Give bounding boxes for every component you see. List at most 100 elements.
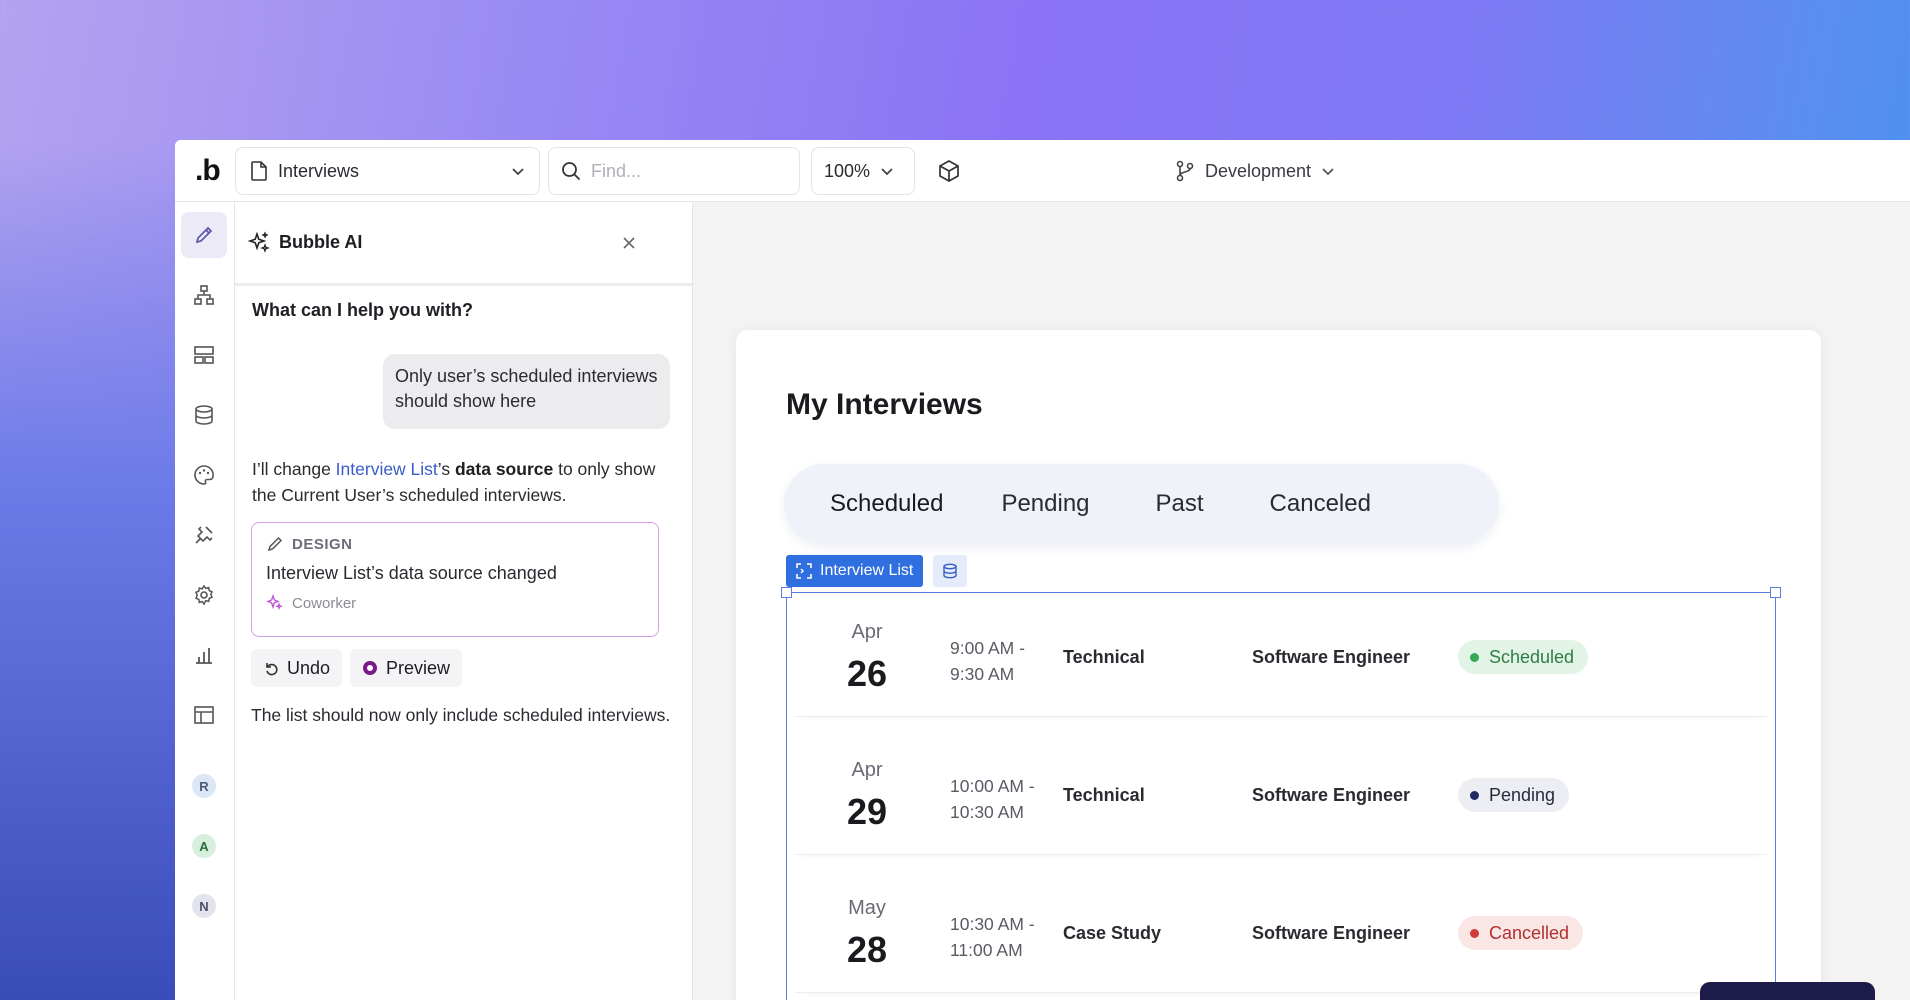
interview-type: Case Study xyxy=(1063,923,1162,943)
layout-icon[interactable] xyxy=(181,332,227,378)
find-input[interactable] xyxy=(591,160,771,182)
time-range: 9:00 AM - 9:30 AM xyxy=(950,635,1025,687)
time-range: 10:30 AM - 11:00 AM xyxy=(950,911,1035,963)
interview-role: Software Engineer xyxy=(1252,785,1411,805)
gear-icon[interactable] xyxy=(181,572,227,618)
change-description: Interview List’s data source changed xyxy=(266,563,557,583)
month: Apr xyxy=(851,621,883,643)
end-time: 9:30 AM xyxy=(950,664,1015,684)
git-branch-icon xyxy=(1175,160,1195,182)
status-badge: Pending xyxy=(1458,778,1570,812)
search-icon xyxy=(561,161,581,181)
hierarchy-icon[interactable] xyxy=(181,272,227,318)
top-toolbar: .b Interviews 100% xyxy=(175,140,1910,202)
tab-past[interactable]: Past xyxy=(1130,476,1230,532)
undo-icon xyxy=(263,660,279,676)
undo-button[interactable]: Undo xyxy=(251,649,343,687)
close-icon[interactable] xyxy=(622,236,636,250)
left-sidebar: R A N xyxy=(175,202,235,1000)
month: Apr xyxy=(851,759,883,781)
tab-canceled[interactable]: Canceled xyxy=(1244,476,1397,532)
assistant-prompt: What can I help you with? xyxy=(252,300,474,320)
resize-handle[interactable] xyxy=(781,587,792,598)
interviews-page-preview: My Interviews Scheduled Pending Past Can… xyxy=(736,330,1821,1000)
change-card[interactable]: DESIGN Interview List’s data source chan… xyxy=(251,522,659,637)
list-item[interactable]: Apr 26 9:00 AM - 9:30 AM Technical Softwa… xyxy=(795,597,1767,717)
start-time: 9:00 AM - xyxy=(950,638,1025,658)
sparkle-icon xyxy=(266,594,284,612)
background-gradient xyxy=(0,140,180,1000)
chevron-down-icon xyxy=(511,166,525,176)
page-heading: My Interviews xyxy=(786,388,983,421)
pencil-icon[interactable] xyxy=(181,212,227,258)
branch-selector[interactable]: Development xyxy=(1175,147,1335,195)
end-time: 11:00 AM xyxy=(950,940,1023,960)
list-item[interactable]: May 28 10:30 AM - 11:00 AM Case Study Sof… xyxy=(795,873,1767,993)
plugin-icon[interactable] xyxy=(181,512,227,558)
change-category: DESIGN xyxy=(266,535,644,553)
floating-button[interactable] xyxy=(1700,982,1875,1000)
table-icon[interactable] xyxy=(181,692,227,738)
category-label: DESIGN xyxy=(292,535,353,553)
pencil-icon xyxy=(266,535,284,553)
change-actions: Undo Preview xyxy=(251,649,463,687)
panel-title: Bubble AI xyxy=(279,232,363,252)
sparkle-icon xyxy=(247,230,271,255)
element-tag[interactable]: Interview List xyxy=(786,555,924,587)
interview-list[interactable]: Apr 26 9:00 AM - 9:30 AM Technical Softwa… xyxy=(781,587,1781,1000)
database-icon[interactable] xyxy=(933,555,967,587)
page-selector[interactable]: Interviews xyxy=(235,147,540,195)
element-tag-label: Interview List xyxy=(820,562,914,579)
preview-label: Preview xyxy=(386,657,451,678)
chevron-down-icon xyxy=(1321,166,1335,176)
tab-scheduled[interactable]: Scheduled xyxy=(804,476,969,532)
start-time: 10:00 AM - xyxy=(950,776,1035,796)
change-author: Coworker xyxy=(266,594,644,612)
reply-text: ’s xyxy=(437,459,455,479)
user-message: Only user’s scheduled interviews should … xyxy=(383,354,670,429)
palette-icon[interactable] xyxy=(181,452,227,498)
interview-type: Technical xyxy=(1063,785,1145,805)
zoom-selector[interactable]: 100% xyxy=(811,147,915,195)
reply-text: I’ll change xyxy=(252,459,336,479)
month: May xyxy=(848,897,886,919)
day: 28 xyxy=(846,929,888,970)
status-badge: Scheduled xyxy=(1458,640,1589,674)
branch-name: Development xyxy=(1205,160,1312,181)
status-label: Cancelled xyxy=(1489,922,1570,943)
status-dot xyxy=(1470,928,1479,938)
page-name: Interviews xyxy=(278,160,360,181)
start-time: 10:30 AM - xyxy=(950,914,1035,934)
bubble-logo[interactable]: .b xyxy=(195,154,225,188)
status-dot xyxy=(1470,790,1479,800)
resize-handle[interactable] xyxy=(1770,587,1781,598)
status-dot xyxy=(1470,652,1479,662)
time-range: 10:00 AM - 10:30 AM xyxy=(950,773,1035,825)
avatar-a[interactable]: A xyxy=(192,834,216,858)
record-icon xyxy=(362,660,378,676)
preview-button[interactable]: Preview xyxy=(350,649,463,687)
chevron-down-icon xyxy=(880,166,894,176)
day: 26 xyxy=(846,653,888,694)
assistant-followup: The list should now only include schedul… xyxy=(251,705,671,725)
day: 29 xyxy=(846,791,888,832)
status-tabs: Scheduled Pending Past Canceled xyxy=(784,464,1499,544)
editor-window: .b Interviews 100% xyxy=(175,140,1910,1000)
status-label: Pending xyxy=(1489,784,1556,805)
avatar-n[interactable]: N xyxy=(192,894,216,918)
interview-list-link[interactable]: Interview List xyxy=(336,459,438,479)
cube-icon[interactable] xyxy=(937,159,961,183)
undo-label: Undo xyxy=(287,657,331,678)
end-time: 10:30 AM xyxy=(950,802,1024,822)
bar-chart-icon[interactable] xyxy=(181,632,227,678)
panel-header: Bubble AI xyxy=(235,202,692,286)
tab-pending[interactable]: Pending xyxy=(975,476,1115,532)
interview-role: Software Engineer xyxy=(1252,647,1411,667)
database-icon[interactable] xyxy=(181,392,227,438)
find-field[interactable] xyxy=(548,147,800,195)
reply-bold: data source xyxy=(454,459,554,479)
status-badge: Cancelled xyxy=(1458,916,1584,950)
list-item[interactable]: Apr 29 10:00 AM - 10:30 AM Technical Soft… xyxy=(795,735,1767,855)
avatar-r[interactable]: R xyxy=(192,774,216,798)
assistant-reply: I’ll change Interview List’s data source… xyxy=(252,456,682,508)
